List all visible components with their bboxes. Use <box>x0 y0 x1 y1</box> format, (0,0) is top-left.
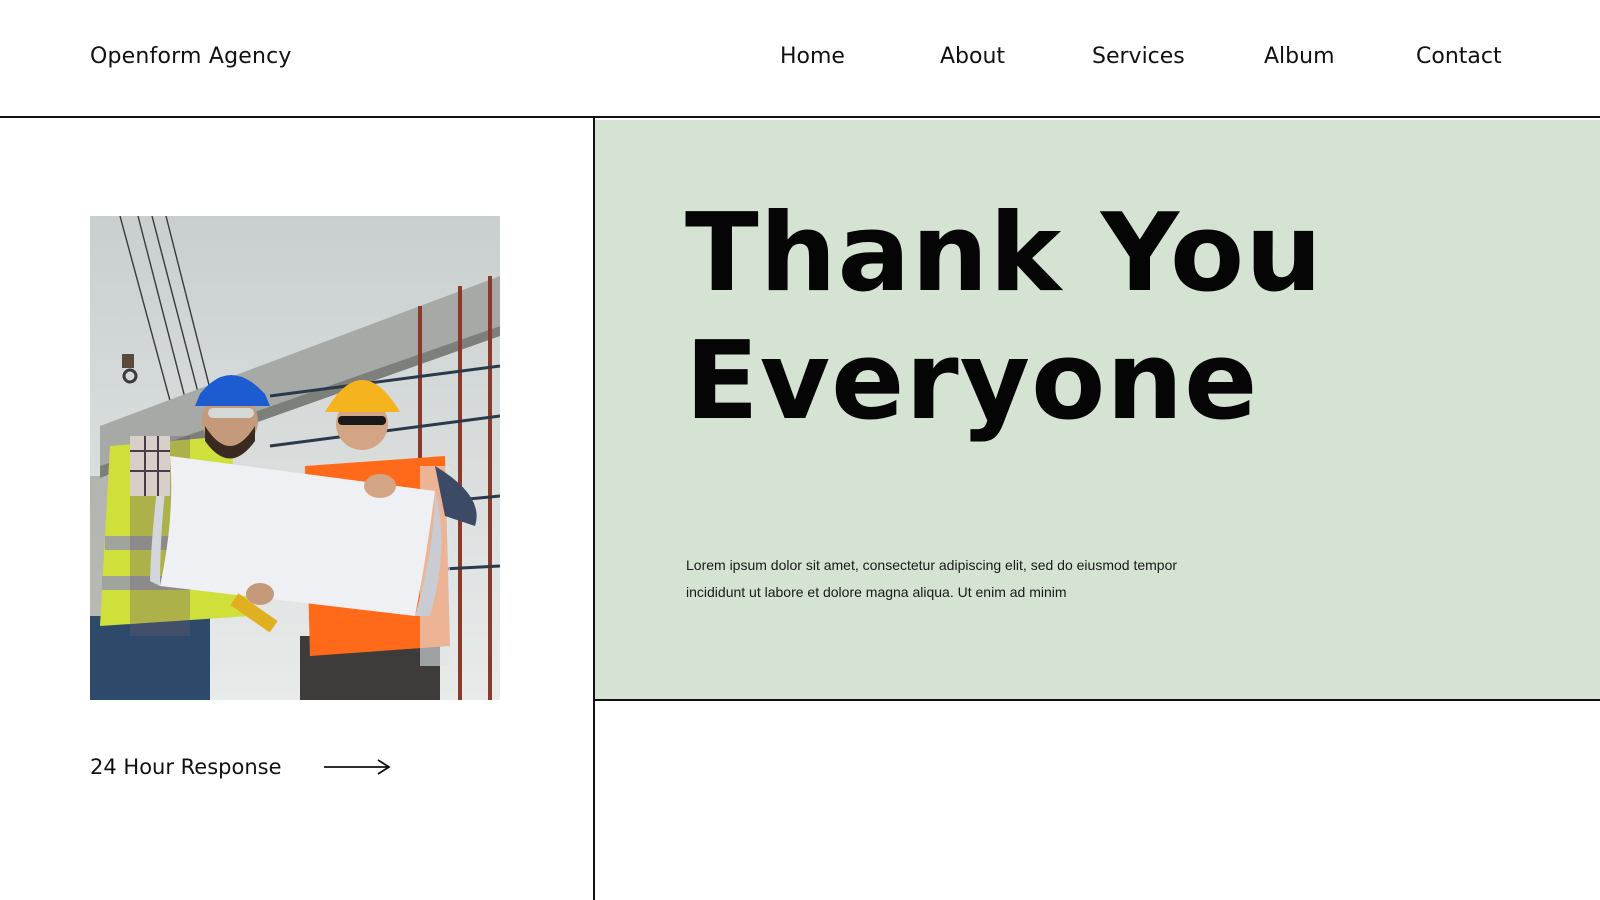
site-header: Openform Agency Home About Services Albu… <box>0 0 1600 118</box>
response-cta-label: 24 Hour Response <box>90 755 282 779</box>
hero-description-line2: incididunt ut labore et dolore magna ali… <box>686 584 1067 600</box>
nav-services[interactable]: Services <box>1092 44 1185 69</box>
nav-home[interactable]: Home <box>780 44 845 69</box>
hero-description-line1: Lorem ipsum dolor sit amet, consectetur … <box>686 557 1178 573</box>
hero-title: Thank You Everyone <box>685 190 1505 446</box>
nav-contact[interactable]: Contact <box>1416 44 1502 69</box>
horizontal-divider <box>595 699 1600 701</box>
response-cta[interactable]: 24 Hour Response <box>90 752 392 782</box>
nav-about[interactable]: About <box>940 44 1005 69</box>
page: Openform Agency Home About Services Albu… <box>0 0 1600 900</box>
construction-workers-photo <box>90 216 500 700</box>
main-nav: Home About Services Album Contact <box>0 44 1600 74</box>
hero-title-line2: Everyone <box>685 319 1259 444</box>
hero-title-line1: Thank You <box>685 191 1324 316</box>
hero-description: Lorem ipsum dolor sit amet, consectetur … <box>686 552 1246 606</box>
nav-album[interactable]: Album <box>1264 44 1335 69</box>
arrow-right-icon <box>322 757 392 777</box>
